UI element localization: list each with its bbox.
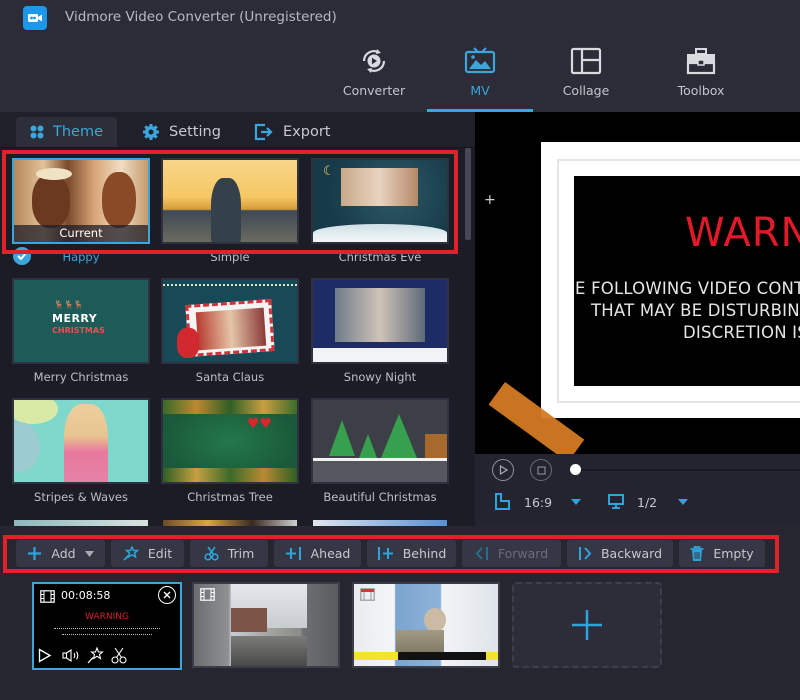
- volume-icon[interactable]: [62, 649, 80, 662]
- display-ratio-dropdown[interactable]: [678, 499, 688, 505]
- tab-theme[interactable]: Theme: [16, 117, 117, 147]
- theme-christmas-eve[interactable]: ☾ Christmas Eve: [311, 158, 449, 264]
- clip-title: WARNING: [85, 612, 129, 622]
- scissors-icon: [204, 546, 219, 561]
- nav-converter[interactable]: Converter: [321, 44, 427, 112]
- close-icon: [163, 591, 171, 599]
- clip-timeline: 00:08:58 WARNING: [0, 578, 800, 700]
- remove-clip-button[interactable]: [158, 586, 176, 604]
- nav-collage[interactable]: Collage: [533, 44, 639, 112]
- theme-scrollbar[interactable]: [465, 148, 471, 240]
- app-title: Vidmore Video Converter (Unregistered): [65, 9, 337, 25]
- add-button[interactable]: Add: [16, 540, 105, 567]
- subtab-bar: Theme Setting Export: [0, 112, 475, 148]
- theme-panel: Theme Setting Export Current Happy Simpl…: [0, 112, 475, 526]
- chevron-down-icon: [84, 550, 94, 557]
- collage-icon: [570, 47, 602, 75]
- tab-setting[interactable]: Setting: [128, 117, 235, 147]
- theme-simple[interactable]: Simple: [161, 158, 299, 264]
- film-icon: [360, 588, 375, 601]
- preview-warning-line: THAT MAY BE DISTURBIN: [591, 301, 800, 320]
- theme-beautiful-christmas[interactable]: Beautiful Christmas: [311, 398, 449, 504]
- preview-warning-line: DISCRETION IS: [683, 323, 800, 342]
- scissors-icon[interactable]: [111, 647, 127, 664]
- forward-button[interactable]: Forward: [462, 540, 561, 567]
- nav-toolbox[interactable]: Toolbox: [648, 44, 754, 112]
- clip-duration: 00:08:58: [61, 589, 111, 602]
- tv-icon: [464, 47, 496, 74]
- edit-toolbar: Add Edit Trim Ahead Behind Forward Backw…: [0, 526, 800, 578]
- monitor-icon: [608, 494, 624, 509]
- aspect-ratio-dropdown[interactable]: [571, 499, 581, 505]
- current-tag: Current: [14, 225, 148, 242]
- export-icon: [254, 123, 273, 141]
- tab-export[interactable]: Export: [240, 117, 344, 147]
- theme-stripes-waves[interactable]: Stripes & Waves: [12, 398, 150, 504]
- edit-button[interactable]: Edit: [111, 540, 184, 567]
- aspect-ratio-icon: [495, 493, 510, 510]
- timeline-clip[interactable]: [192, 582, 340, 668]
- aspect-ratio-value: 16:9: [524, 495, 553, 510]
- nav-mv[interactable]: MV: [427, 44, 533, 112]
- play-icon: [499, 465, 508, 475]
- empty-button[interactable]: Empty: [679, 540, 765, 567]
- progress-track[interactable]: [575, 469, 800, 471]
- plus-icon: [28, 547, 42, 560]
- plus-icon: [572, 610, 602, 640]
- film-icon: [40, 590, 55, 603]
- preview-warning-line: E FOLLOWING VIDEO CONT: [575, 279, 800, 298]
- play-icon[interactable]: [38, 648, 52, 663]
- trim-button[interactable]: Trim: [190, 540, 268, 567]
- backward-button[interactable]: Backward: [567, 540, 673, 567]
- trash-icon: [690, 545, 704, 561]
- gear-icon: [143, 124, 159, 140]
- display-ratio-value: 1/2: [637, 495, 658, 510]
- ahead-button[interactable]: Ahead: [274, 540, 361, 567]
- play-button[interactable]: [492, 459, 514, 481]
- theme-christmas-tree[interactable]: ♥♥ Christmas Tree: [161, 398, 299, 504]
- timeline-clip[interactable]: 00:08:58 WARNING: [32, 582, 182, 670]
- stop-icon: [536, 465, 546, 475]
- behind-button[interactable]: Behind: [367, 540, 456, 567]
- insert-ahead-icon: [285, 547, 301, 560]
- app-window: Vidmore Video Converter (Unregistered) C…: [0, 0, 800, 700]
- magic-wand-icon: [123, 546, 139, 561]
- timeline-clip[interactable]: [352, 582, 500, 668]
- video-preview: WARN E FOLLOWING VIDEO CONT THAT MAY BE …: [475, 112, 800, 454]
- crosshair-icon: +: [484, 192, 496, 208]
- film-icon: [200, 588, 215, 601]
- magic-wand-icon[interactable]: [87, 647, 104, 664]
- theme-grid-icon: [30, 125, 44, 139]
- top-bar: Vidmore Video Converter (Unregistered) C…: [0, 0, 800, 112]
- stop-button[interactable]: [530, 459, 552, 481]
- video-camera-icon: [23, 6, 47, 30]
- preview-warning-title: WARN: [685, 210, 800, 256]
- progress-knob[interactable]: [570, 464, 581, 475]
- playback-controls: 16:9 1/2: [475, 454, 800, 526]
- converter-icon: [362, 49, 386, 73]
- move-backward-icon: [578, 547, 592, 560]
- selected-check-icon: [13, 247, 31, 265]
- theme-happy[interactable]: Current Happy: [12, 158, 150, 264]
- add-clip-button[interactable]: [512, 582, 662, 668]
- theme-santa-claus[interactable]: Santa Claus: [161, 278, 299, 384]
- theme-merry-christmas[interactable]: MERRY CHRISTMAS 🦌🦌🦌 Merry Christmas: [12, 278, 150, 384]
- insert-behind-icon: [377, 547, 393, 560]
- move-forward-icon: [475, 547, 488, 560]
- toolbox-icon: [686, 48, 716, 75]
- theme-snowy-night[interactable]: Snowy Night: [311, 278, 449, 384]
